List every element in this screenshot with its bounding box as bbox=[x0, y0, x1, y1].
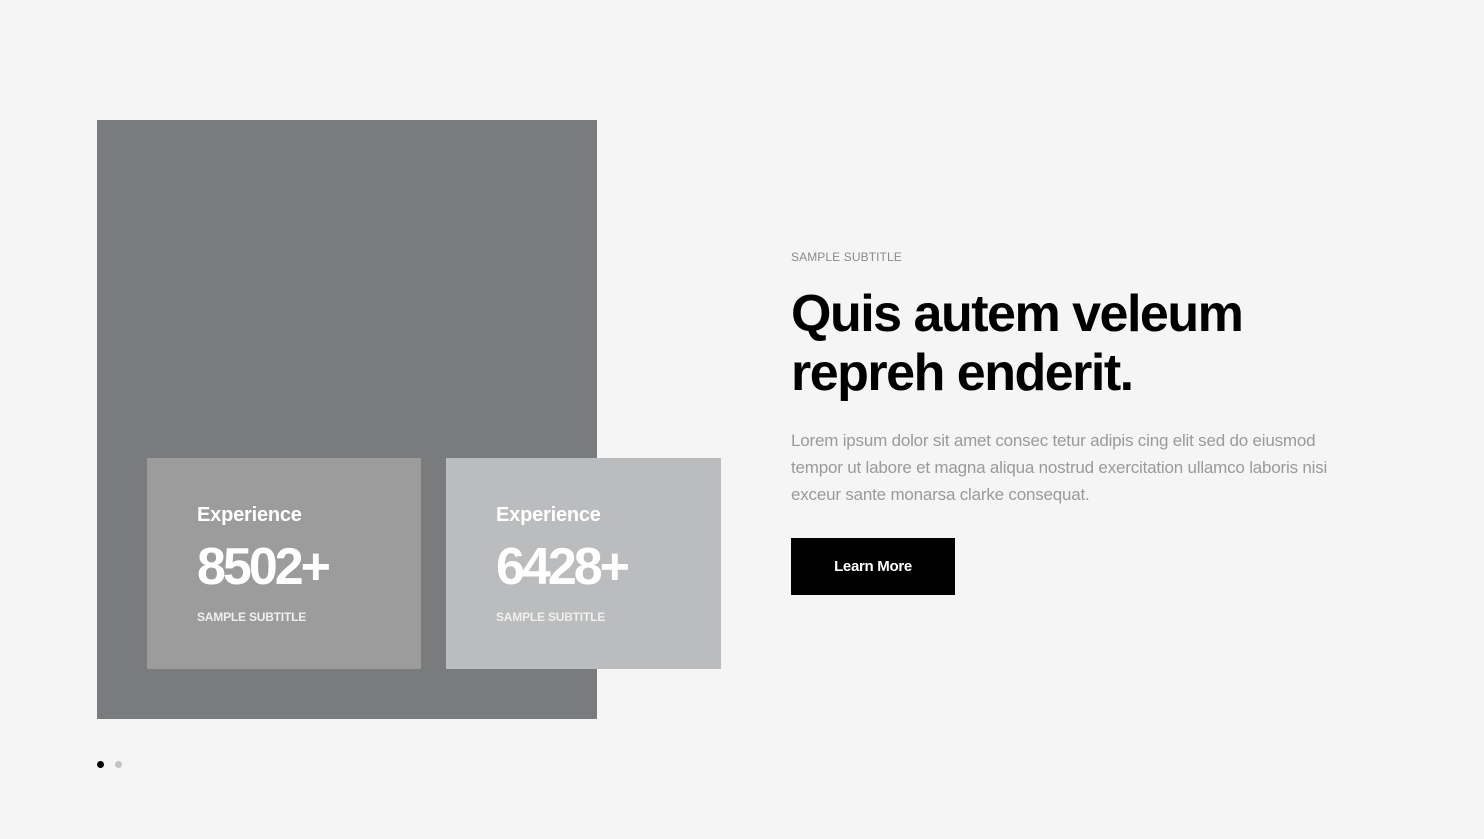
stat-subtitle: SAMPLE SUBTITLE bbox=[496, 610, 606, 624]
carousel-dot-1[interactable] bbox=[97, 761, 104, 768]
stat-card-experience-2: Experience 6428+ SAMPLE SUBTITLE bbox=[446, 458, 721, 669]
stat-subtitle: SAMPLE SUBTITLE bbox=[197, 610, 307, 624]
heading-line-1: Quis autem veleum bbox=[791, 285, 1244, 343]
section-subtitle: SAMPLE SUBTITLE bbox=[791, 250, 902, 264]
section-heading: Quis autem veleum repreh enderit. bbox=[791, 285, 1391, 403]
content-section: SAMPLE SUBTITLE Quis autem veleum repreh… bbox=[791, 249, 1391, 595]
learn-more-button[interactable]: Learn More bbox=[791, 538, 955, 595]
stat-card-experience-1: Experience 8502+ SAMPLE SUBTITLE bbox=[147, 458, 421, 669]
stat-value: 8502+ bbox=[197, 538, 331, 596]
carousel-dot-2[interactable] bbox=[115, 761, 122, 768]
carousel-pagination bbox=[97, 761, 122, 768]
stat-value: 6428+ bbox=[496, 538, 630, 596]
section-body: Lorem ipsum dolor sit amet consec tetur … bbox=[791, 431, 1328, 504]
stat-label: Experience bbox=[197, 504, 302, 526]
stat-label: Experience bbox=[496, 504, 601, 526]
heading-line-2: repreh enderit. bbox=[791, 344, 1134, 402]
